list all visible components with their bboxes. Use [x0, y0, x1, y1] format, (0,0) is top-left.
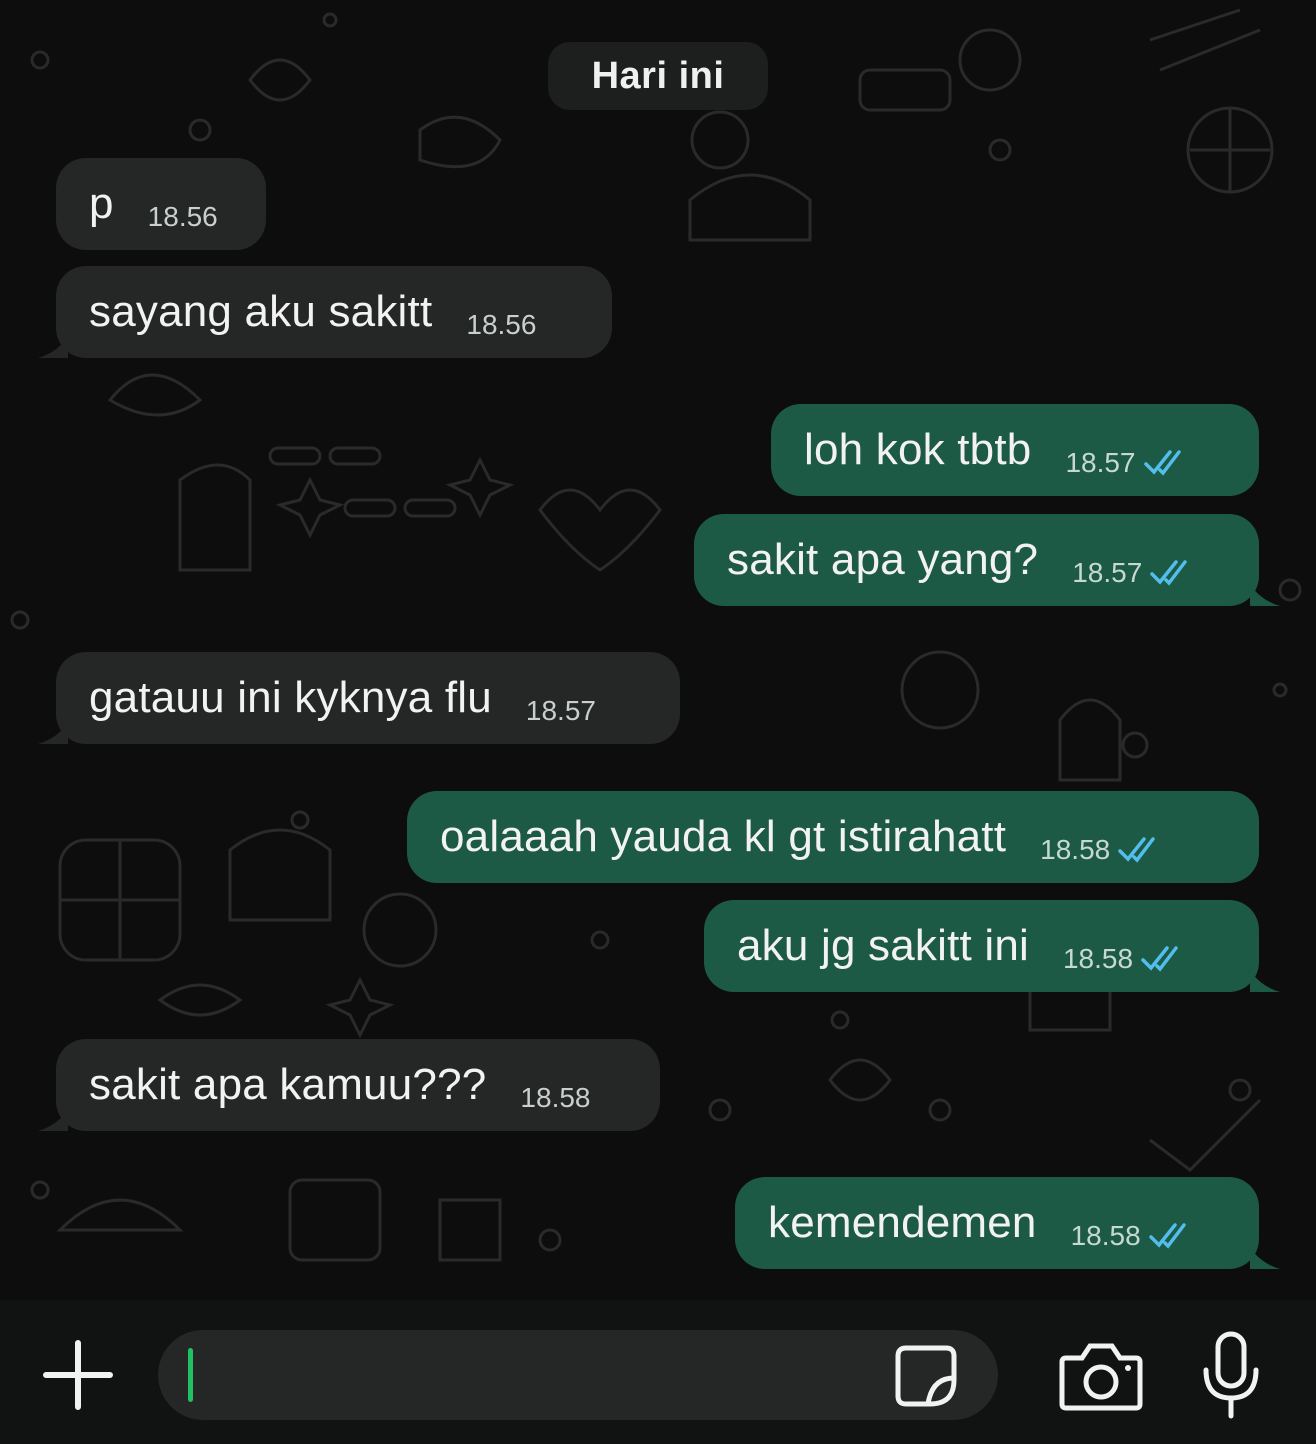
- message-bubble-incoming[interactable]: sakit apa kamuu??? 18.58: [56, 1039, 660, 1131]
- message-time: 18.58: [520, 1082, 591, 1113]
- message-bubble-outgoing[interactable]: kemendemen 18.58: [735, 1177, 1259, 1269]
- message-text: kemendemen: [768, 1198, 1037, 1247]
- message-text: gatauu ini kyknya flu: [89, 673, 492, 722]
- message-time: 18.57: [525, 695, 596, 726]
- message-time: 18.56: [147, 201, 218, 232]
- message-bubble-outgoing[interactable]: aku jg sakitt ini 18.58: [704, 900, 1259, 992]
- message-time: 18.57: [1072, 557, 1143, 588]
- message-bubble-outgoing[interactable]: loh kok tbtb 18.57: [771, 404, 1259, 496]
- read-receipt-icon: [1143, 450, 1181, 476]
- read-receipt-icon: [1118, 837, 1155, 863]
- read-receipt-icon: [1150, 560, 1188, 586]
- message-text: p: [89, 179, 114, 228]
- message-time: 18.56: [466, 309, 537, 340]
- message-bubble-outgoing[interactable]: oalaaah yauda kl gt istirahatt 18.58: [407, 791, 1259, 883]
- message-text: sakit apa kamuu???: [89, 1060, 487, 1109]
- message-bubble-incoming[interactable]: sayang aku sakitt 18.56: [56, 266, 612, 358]
- sticker-icon[interactable]: [892, 1342, 960, 1410]
- read-receipt-icon: [1141, 946, 1178, 972]
- plus-icon[interactable]: [40, 1337, 116, 1413]
- message-bubble-outgoing[interactable]: sakit apa yang? 18.57: [694, 514, 1259, 606]
- message-time: 18.57: [1065, 447, 1136, 478]
- message-time: 18.58: [1040, 834, 1111, 865]
- bubble-tail: [1250, 584, 1280, 606]
- camera-icon[interactable]: [1058, 1338, 1144, 1414]
- message-text: aku jg sakitt ini: [737, 921, 1029, 970]
- text-caret: [188, 1348, 193, 1402]
- message-time: 18.58: [1070, 1220, 1141, 1251]
- message-composer: [0, 1300, 1316, 1444]
- message-text: oalaaah yauda kl gt istirahatt: [440, 812, 1007, 861]
- microphone-icon[interactable]: [1196, 1330, 1266, 1422]
- message-text: loh kok tbtb: [804, 425, 1032, 474]
- message-bubble-incoming[interactable]: gatauu ini kyknya flu 18.57: [56, 652, 680, 744]
- bubble-tail: [38, 1109, 68, 1131]
- message-text: sakit apa yang?: [727, 535, 1039, 584]
- bubble-tail: [1250, 970, 1280, 992]
- bubble-tail: [38, 722, 68, 744]
- bubble-tail: [38, 336, 68, 358]
- bubble-tail: [1250, 1247, 1280, 1269]
- message-bubble-incoming[interactable]: p 18.56: [56, 158, 266, 250]
- date-separator: Hari ini: [548, 42, 768, 110]
- message-input[interactable]: [158, 1330, 998, 1420]
- message-time: 18.58: [1062, 943, 1134, 974]
- message-text: sayang aku sakitt: [89, 287, 433, 336]
- read-receipt-icon: [1148, 1223, 1186, 1249]
- chat-screen: Hari ini p 18.56 sayang aku sakitt 18.56…: [0, 0, 1316, 1444]
